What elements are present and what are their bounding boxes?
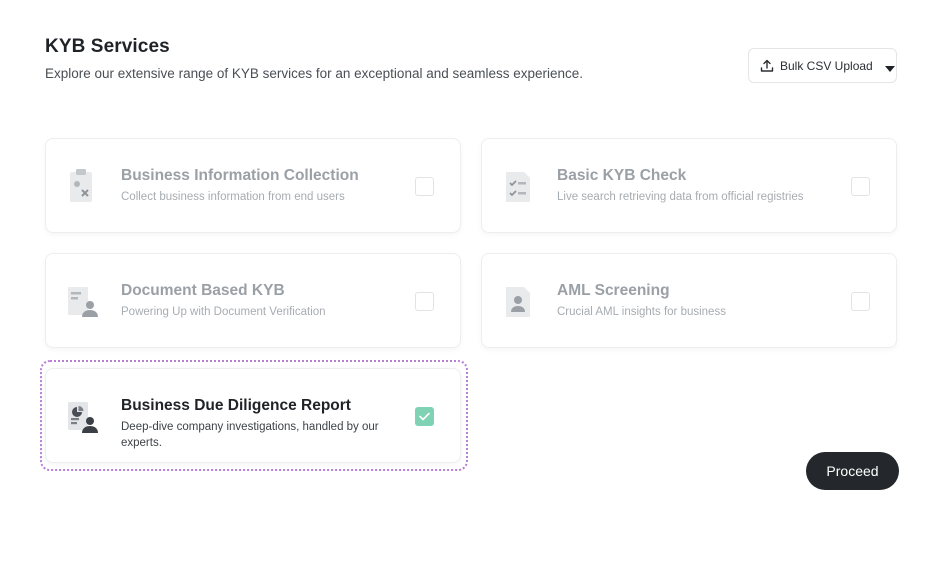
service-title: Basic KYB Check (557, 167, 687, 184)
service-card-business-information-collection[interactable]: Business Information Collection Collect … (45, 138, 461, 233)
service-title: Business Due Diligence Report (121, 397, 351, 414)
service-card-aml-screening[interactable]: AML Screening Crucial AML insights for b… (481, 253, 897, 348)
caret-down-icon[interactable] (884, 62, 895, 72)
service-checkbox[interactable] (415, 177, 434, 196)
service-checkbox[interactable] (851, 292, 870, 311)
service-description: Powering Up with Document Verification (121, 306, 326, 318)
service-checkbox[interactable] (415, 407, 434, 426)
service-description: Crucial AML insights for business (557, 306, 726, 318)
service-title: AML Screening (557, 282, 670, 299)
service-description: Deep-dive company investigations, handle… (121, 421, 379, 449)
service-description: Live search retrieving data from officia… (557, 191, 804, 203)
service-title: Business Information Collection (121, 167, 359, 184)
service-checkbox[interactable] (851, 177, 870, 196)
service-title: Document Based KYB (121, 282, 285, 299)
checklist-icon (502, 168, 536, 206)
user-file-icon (502, 283, 536, 321)
upload-icon (760, 59, 774, 73)
proceed-button[interactable]: Proceed (806, 452, 899, 490)
service-card-basic-kyb-check[interactable]: Basic KYB Check Live search retrieving d… (481, 138, 897, 233)
document-user-icon (66, 283, 100, 321)
service-card-business-due-diligence-report[interactable]: Business Due Diligence Report Deep-dive … (45, 368, 461, 463)
page-title: KYB Services (45, 36, 170, 57)
service-description: Collect business information from end us… (121, 191, 345, 203)
check-icon (419, 412, 430, 421)
kyb-services-page: KYB Services Explore our extensive range… (0, 0, 944, 574)
clipboard-icon (66, 168, 100, 206)
page-subtitle: Explore our extensive range of KYB servi… (45, 66, 584, 81)
bulk-csv-upload-button[interactable]: Bulk CSV Upload (748, 48, 897, 83)
report-user-icon (66, 398, 100, 436)
bulk-csv-upload-label: Bulk CSV Upload (780, 58, 873, 73)
service-checkbox[interactable] (415, 292, 434, 311)
service-card-document-based-kyb[interactable]: Document Based KYB Powering Up with Docu… (45, 253, 461, 348)
